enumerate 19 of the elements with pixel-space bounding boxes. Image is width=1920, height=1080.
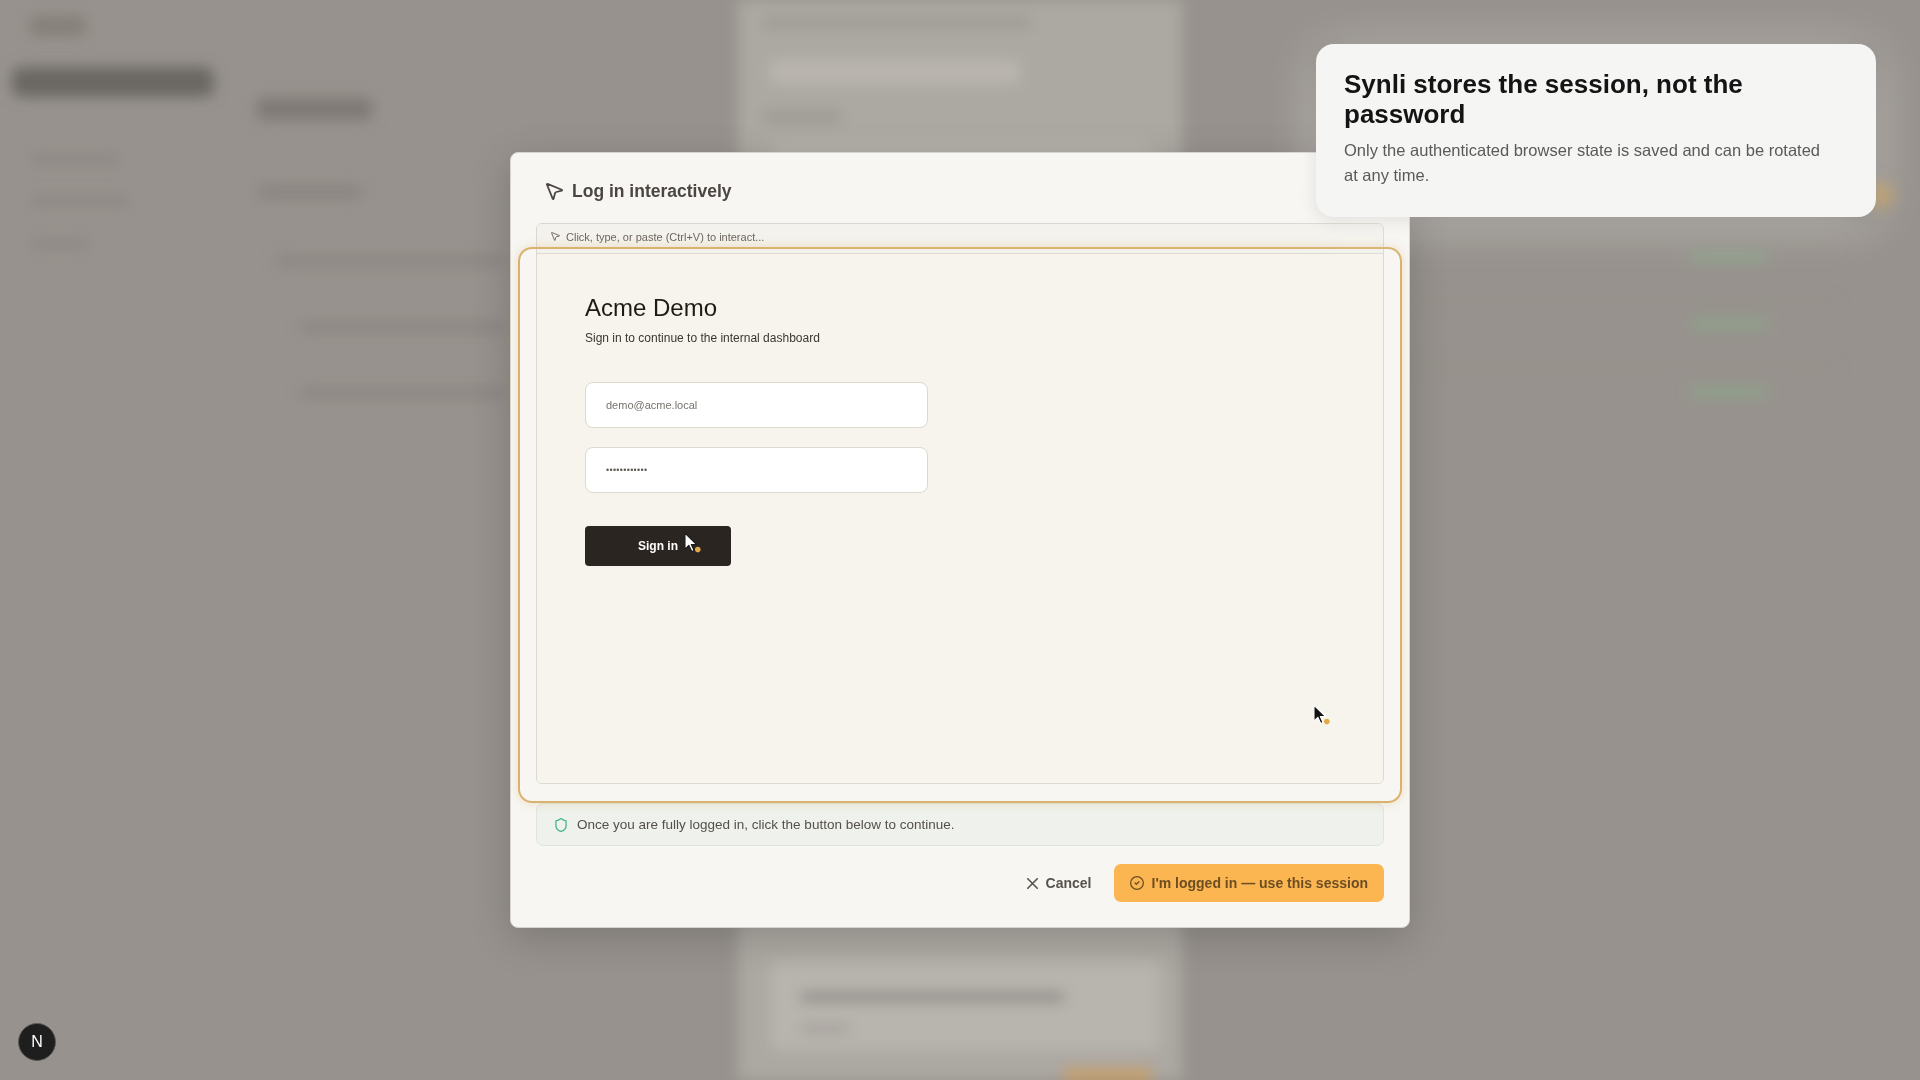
- pointer-icon: [551, 232, 560, 241]
- hint-text: Click, type, or paste (Ctrl+V) to interact...: [566, 230, 765, 243]
- sign-in-button[interactable]: Sign in: [585, 526, 731, 566]
- close-icon: [1026, 877, 1038, 889]
- cancel-button[interactable]: Cancel: [1018, 864, 1100, 902]
- page-title: Acme Demo: [585, 294, 718, 322]
- tip-text: Only the authenticated browser state is saved and can be rotated at any time.: [1344, 140, 1822, 186]
- notice-text: Once you are fully logged in, click the button below to continue.: [577, 817, 955, 832]
- dialog-title: Log in interactively: [572, 180, 732, 202]
- tip-title: Synli stores the session, not the password: [1344, 69, 1744, 129]
- password-field[interactable]: ••••••••••••: [585, 447, 928, 493]
- cursor-icon: [1313, 704, 1330, 725]
- pointer-icon: [546, 182, 563, 200]
- page-subtitle: Sign in to continue to the internal dashboard: [585, 330, 820, 346]
- shield-icon: [555, 817, 567, 832]
- use-session-button[interactable]: I'm logged in — use this session: [1113, 864, 1384, 902]
- check-circle-icon: [1129, 876, 1144, 890]
- cursor-icon: [684, 532, 701, 553]
- email-field[interactable]: demo@acme.local: [585, 382, 928, 428]
